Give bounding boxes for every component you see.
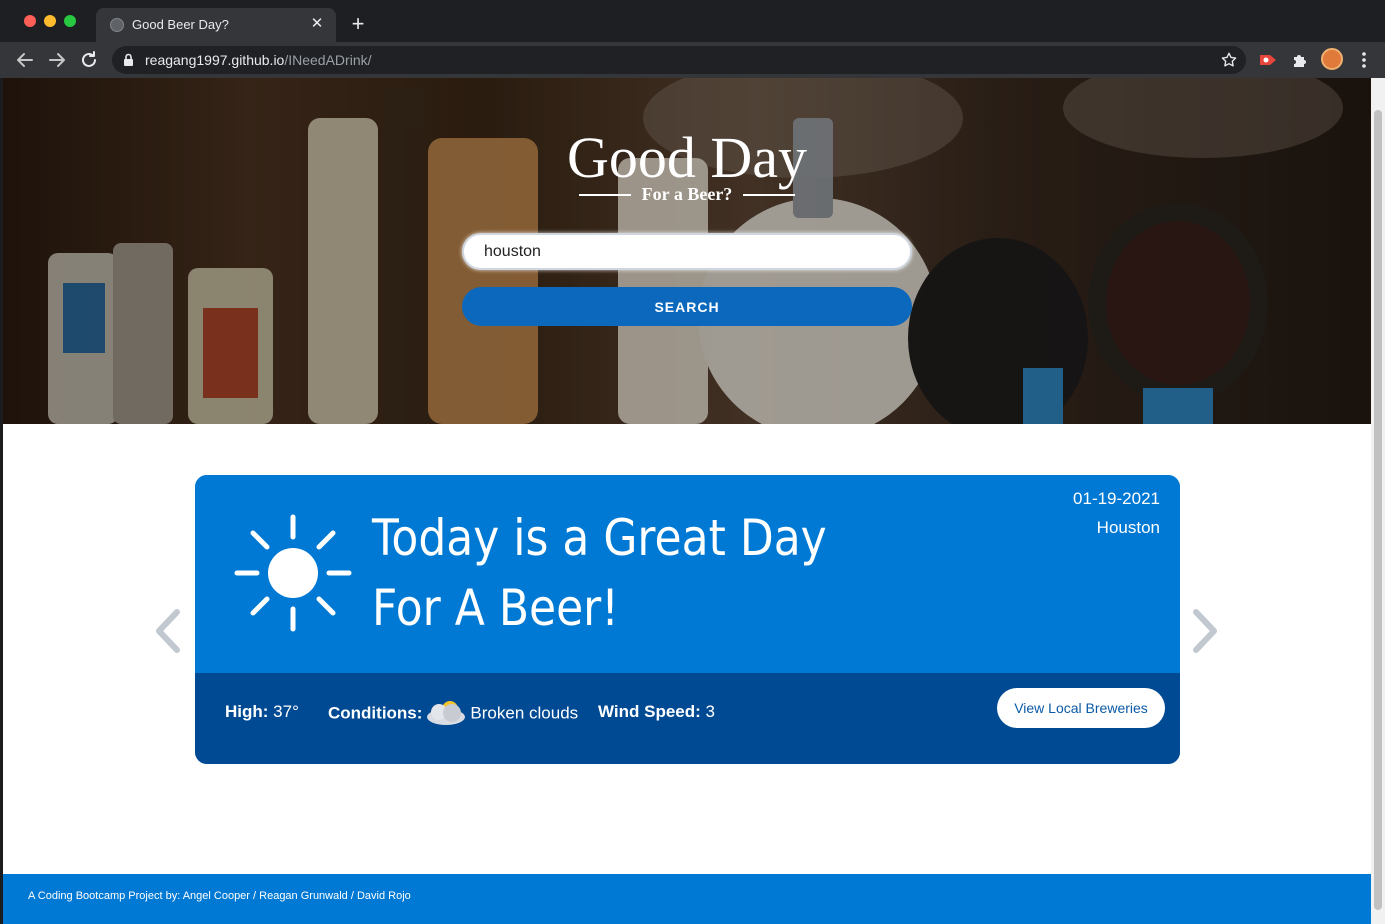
high-temp-label: High: [225,702,269,721]
chevron-right-icon[interactable] [1190,608,1220,654]
city-search-input[interactable] [462,233,912,270]
address-bar[interactable]: reagang1997.github.io/INeedADrink/ [112,46,1246,74]
site-logo-subtitle: For a Beer? [641,184,733,204]
browser-tab-bar: Good Beer Day? ✕ + [0,0,1385,42]
kebab-menu-icon[interactable] [1356,50,1372,70]
search-button[interactable]: SEARCH [462,287,912,326]
view-local-breweries-button[interactable]: View Local Breweries [997,688,1165,728]
bookmark-star-icon[interactable] [1220,51,1238,69]
conditions-stat: Conditions: Broken clouds [328,701,579,726]
weather-card-header: Today is a Great Day For A Beer! 01-19-2… [195,475,1180,673]
site-logo-title: Good Day [566,125,807,190]
conditions-label: Conditions: [328,703,423,723]
conditions-value: Broken clouds [470,703,579,723]
wind-speed-label: Wind Speed: [598,702,701,721]
high-temp-stat: High: 37° [225,702,299,722]
weather-date: 01-19-2021 [1073,489,1160,508]
wind-speed-value: 3 [700,702,715,721]
footer-credits: A Coding Bootcamp Project by: Angel Coop… [28,890,411,902]
page-scrollbar[interactable] [1371,78,1385,924]
new-tab-button[interactable]: + [348,12,368,36]
browser-toolbar: reagang1997.github.io/INeedADrink/ [0,42,1385,78]
globe-icon [110,18,124,32]
arrow-left-icon [17,53,33,67]
tab-title: Good Beer Day? [132,17,229,32]
wind-speed-stat: Wind Speed: 3 [598,702,715,722]
forward-button[interactable] [45,48,69,72]
browser-tab[interactable]: Good Beer Day? ✕ [96,8,336,42]
back-button[interactable] [13,48,37,72]
site-logo-subtitle-row: For a Beer? [3,184,1371,205]
page-footer: A Coding Bootcamp Project by: Angel Coop… [3,874,1371,924]
tab-close-button[interactable]: ✕ [308,15,326,33]
record-extension-icon[interactable] [1258,50,1278,70]
logo-divider-left [579,193,632,196]
weather-stats-bar: High: 37° Conditions: Broken clouds Wind… [195,673,1180,764]
scrollbar-thumb[interactable] [1374,110,1382,910]
weather-city: Houston [1096,518,1160,537]
weather-headline: Today is a Great Day For A Beer! [372,509,827,637]
hero-banner: Good Day For a Beer? SEARCH [3,78,1371,424]
broken-clouds-icon [427,701,466,725]
high-temp-value: 37° [268,702,299,721]
minimize-window-button[interactable] [44,15,56,27]
url-text: reagang1997.github.io/INeedADrink/ [145,52,372,68]
reload-button[interactable] [77,48,101,72]
weather-card: Today is a Great Day For A Beer! 01-19-2… [195,475,1180,764]
puzzle-extensions-icon[interactable] [1290,50,1310,70]
arrow-right-icon [49,53,65,67]
sun-icon [234,514,352,632]
maximize-window-button[interactable] [64,15,76,27]
page-viewport: Good Day For a Beer? SEARCH [3,78,1371,924]
close-window-button[interactable] [24,15,36,27]
profile-avatar[interactable] [1321,48,1343,70]
reload-icon [82,51,96,67]
chevron-left-icon[interactable] [153,608,183,654]
logo-divider-right [742,193,795,196]
lock-icon [124,53,133,66]
